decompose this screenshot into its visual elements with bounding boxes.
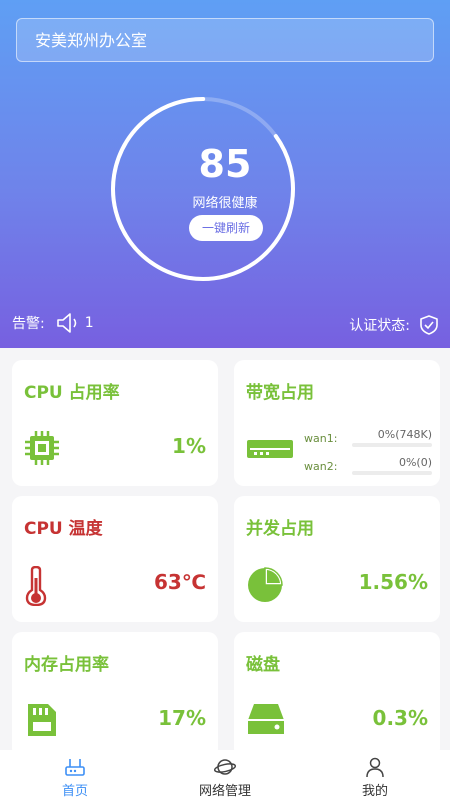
hard-drive-icon: [248, 704, 284, 734]
card-cpu-usage[interactable]: CPU 占用率 1%: [12, 360, 218, 486]
health-status: 网络很健康: [192, 196, 258, 211]
card-title: 并发占用: [246, 519, 314, 539]
auth-label: 认证状态:: [349, 318, 410, 334]
wan2-value: 0%(0): [398, 456, 432, 469]
auth-status[interactable]: 认证状态:: [349, 314, 440, 336]
cpu-chip-icon: [25, 431, 59, 465]
card-value: 0.3%: [372, 706, 428, 730]
wan1-bar: [352, 443, 432, 447]
router-home-icon: [65, 759, 85, 776]
tab-mine[interactable]: 我的: [300, 750, 450, 800]
card-title: 内存占用率: [24, 655, 109, 675]
refresh-button[interactable]: 一键刷新: [189, 215, 263, 241]
location-selector[interactable]: 安美郑州办公室: [16, 18, 434, 62]
wan2-label: wan2:: [304, 460, 338, 473]
card-value: 63℃: [153, 570, 206, 594]
dashboard-header: 安美郑州办公室 85 网络很健康 一键刷新 告警: 1 认证状态:: [0, 0, 450, 348]
card-title: CPU 温度: [24, 519, 103, 539]
speaker-icon: [56, 313, 77, 333]
card-cpu-temperature[interactable]: CPU 温度 63℃: [12, 496, 218, 622]
tab-home-label: 首页: [61, 784, 88, 799]
wan1-label: wan1:: [304, 432, 338, 445]
card-value: 1.56%: [358, 570, 428, 594]
alarm-count: 1: [84, 315, 94, 331]
card-title: CPU 占用率: [24, 383, 120, 403]
memory-card-icon: [28, 704, 56, 736]
card-title: 磁盘: [246, 655, 280, 675]
bottom-tab-bar: 首页 网络管理 我的: [0, 750, 450, 800]
router-icon: [247, 440, 293, 458]
tab-network-management[interactable]: 网络管理: [150, 750, 300, 800]
card-value: 17%: [158, 706, 206, 730]
card-title: 带宽占用: [246, 383, 314, 403]
tab-network-label: 网络管理: [198, 784, 251, 799]
wan1-value: 0%(748K): [377, 428, 432, 441]
tab-home[interactable]: 首页: [0, 750, 150, 800]
alarm-indicator[interactable]: 告警: 1: [12, 312, 94, 334]
health-score: 85: [198, 142, 252, 186]
card-bandwidth[interactable]: 带宽占用 wan1: 0%(748K) wan2: 0%(0): [234, 360, 440, 486]
health-gauge: [110, 96, 295, 281]
shield-check-icon: [420, 315, 438, 335]
pie-chart-icon: [248, 567, 283, 602]
tab-mine-label: 我的: [361, 784, 388, 799]
planet-icon: [214, 759, 236, 775]
card-concurrency[interactable]: 并发占用 1.56%: [234, 496, 440, 622]
thermometer-icon: [25, 566, 47, 606]
user-icon: [366, 757, 384, 778]
card-disk[interactable]: 磁盘 0.3%: [234, 632, 440, 758]
wan2-bar: [352, 471, 432, 475]
card-memory-usage[interactable]: 内存占用率 17%: [12, 632, 218, 758]
card-value: 1%: [172, 434, 206, 458]
alarm-label: 告警:: [12, 316, 45, 332]
